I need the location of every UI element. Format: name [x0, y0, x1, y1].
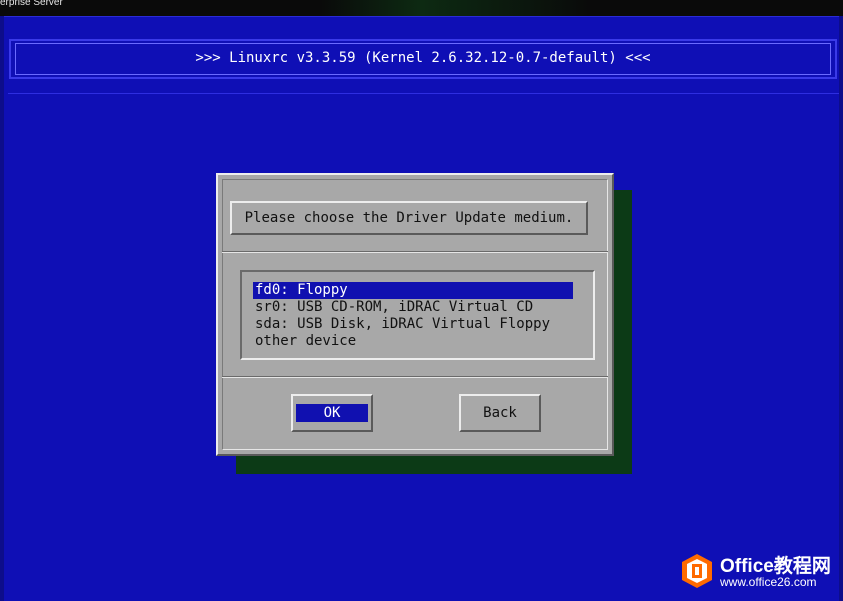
window-title-bar: erprise Server [0, 0, 843, 16]
list-item-sda[interactable]: sda: USB Disk, iDRAC Virtual Floppy [253, 316, 573, 333]
medium-listbox[interactable]: fd0: Floppy sr0: USB CD-ROM, iDRAC Virtu… [240, 270, 595, 360]
watermark-brand: Office教程网 [720, 556, 831, 577]
driver-update-dialog: Please choose the Driver Update medium. … [216, 173, 614, 456]
office26-watermark: Office教程网 www.office26.com [672, 545, 842, 597]
dialog-separator [222, 251, 608, 253]
list-item-other-device[interactable]: other device [253, 333, 573, 350]
dialog-separator [222, 376, 608, 378]
back-button[interactable]: Back [459, 394, 541, 432]
ok-button-label: OK [323, 405, 341, 421]
header-frame: >>> Linuxrc v3.3.59 (Kernel 2.6.32.12-0.… [9, 39, 837, 79]
list-item-sr0[interactable]: sr0: USB CD-ROM, iDRAC Virtual CD [253, 299, 573, 316]
list-item-fd0[interactable]: fd0: Floppy [253, 282, 573, 299]
watermark-url: www.office26.com [720, 575, 817, 589]
dialog-message: Please choose the Driver Update medium. [244, 210, 574, 226]
header-divider [8, 93, 839, 94]
office-logo-icon [682, 554, 712, 588]
dialog-message-box: Please choose the Driver Update medium. [230, 201, 588, 235]
window-title: erprise Server [0, 0, 63, 8]
header-title: >>> Linuxrc v3.3.59 (Kernel 2.6.32.12-0.… [195, 50, 651, 66]
ok-button[interactable]: OK [291, 394, 373, 432]
back-button-label: Back [483, 405, 517, 421]
